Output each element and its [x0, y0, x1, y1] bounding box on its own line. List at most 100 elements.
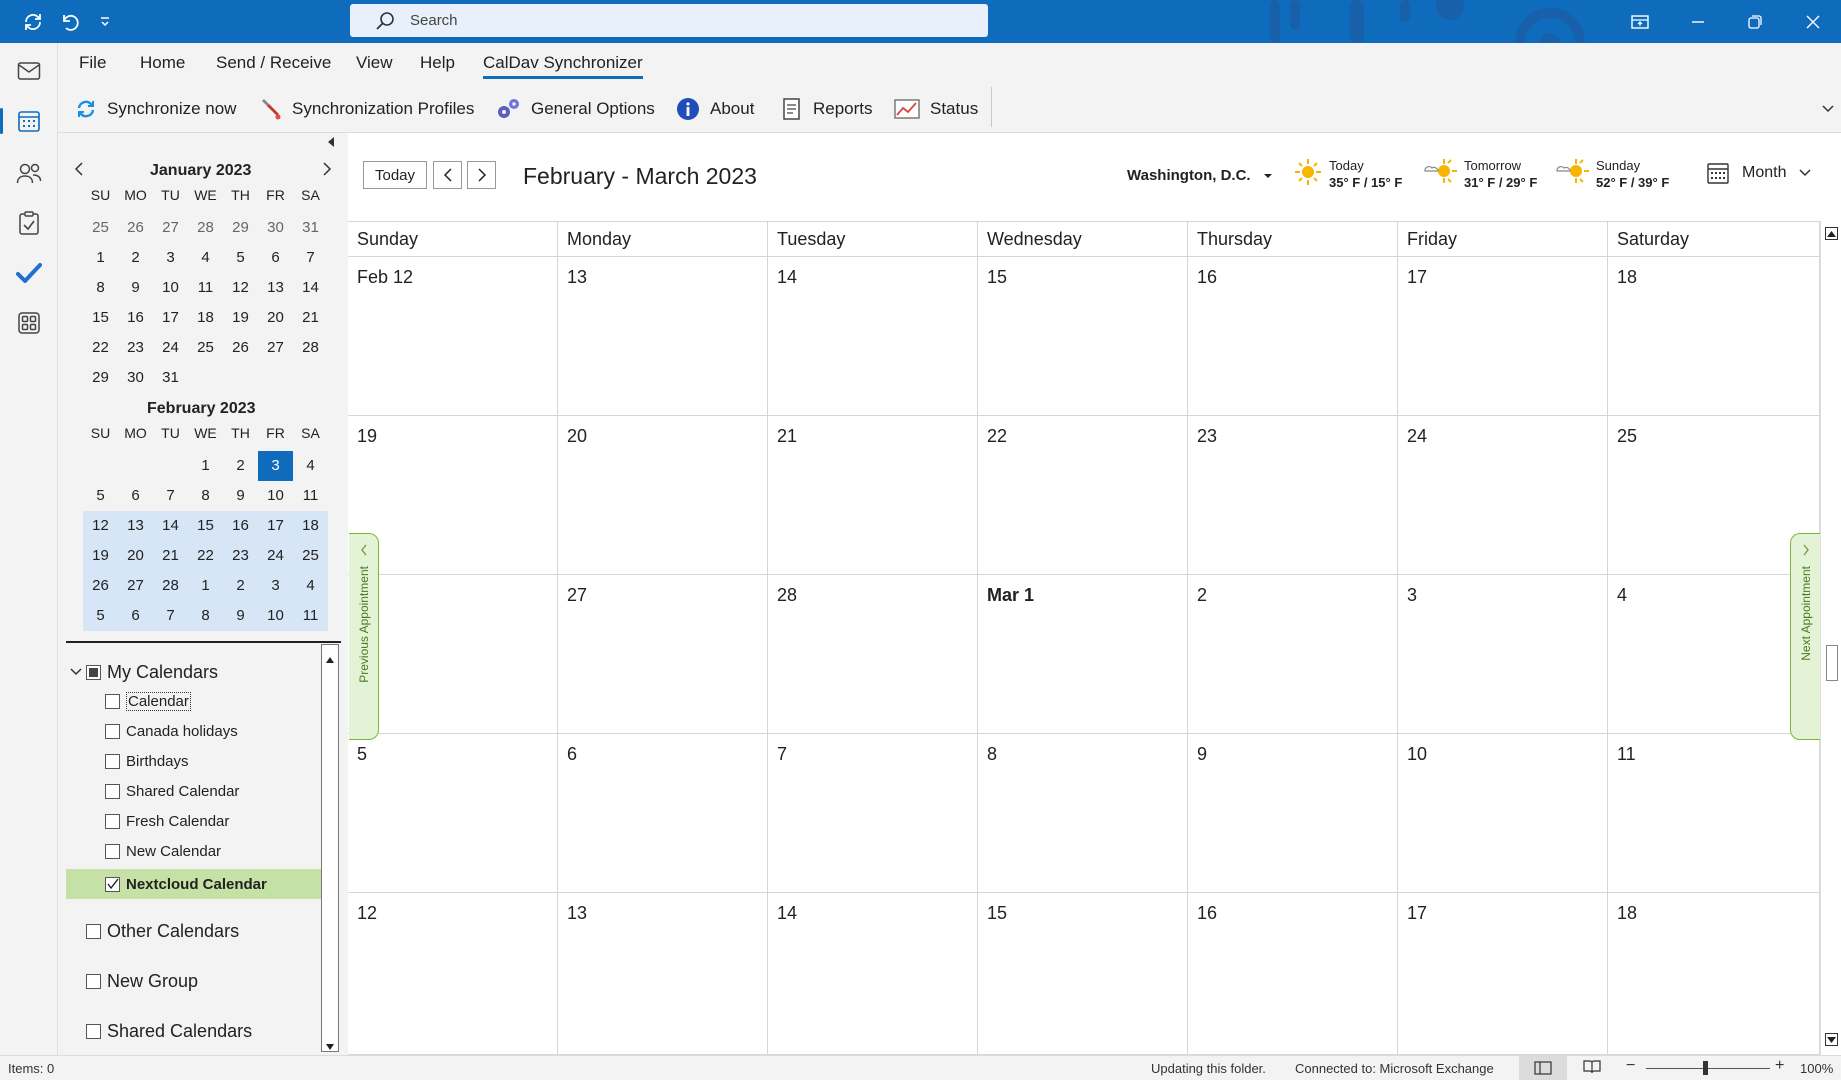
mini-day[interactable]: 5	[223, 243, 258, 273]
tab-help[interactable]: Help	[420, 53, 455, 79]
canada-holidays-checkbox[interactable]	[105, 723, 120, 739]
new-group-checkbox[interactable]	[86, 973, 101, 989]
weather-location-dropdown[interactable]: Washington, D.C.	[1127, 167, 1273, 184]
scroll-down-icon[interactable]	[1825, 1033, 1838, 1046]
mini-day[interactable]: 13	[258, 273, 293, 303]
day-cell[interactable]: 28	[768, 575, 978, 734]
mini-day[interactable]: 26	[223, 333, 258, 363]
people-icon[interactable]	[0, 148, 58, 198]
mini-day[interactable]: 9	[118, 273, 153, 303]
birthdays-checkbox[interactable]	[105, 753, 120, 769]
new-group-group[interactable]: New Group	[86, 967, 198, 995]
today-button[interactable]: Today	[363, 161, 427, 189]
calendar-item-fresh-calendar[interactable]: Fresh Calendar	[105, 807, 229, 835]
mini-day[interactable]: 2	[223, 571, 258, 601]
prev-month-icon[interactable]	[74, 162, 84, 181]
pane-scrollbar[interactable]	[321, 644, 339, 1052]
mini-day[interactable]: 12	[83, 511, 118, 541]
mini-day[interactable]: 23	[223, 541, 258, 571]
mini-day[interactable]: 13	[118, 511, 153, 541]
ribbon-collapse-icon[interactable]	[1821, 101, 1835, 119]
mini-day[interactable]: 8	[83, 273, 118, 303]
mini-day[interactable]: 10	[258, 601, 293, 631]
shared-calendars-checkbox[interactable]	[86, 1023, 101, 1039]
tasks-icon[interactable]	[0, 198, 58, 248]
mini-day[interactable]: 10	[153, 273, 188, 303]
my-calendars-group[interactable]: My Calendars	[70, 658, 218, 686]
day-cell[interactable]: 12	[348, 893, 558, 1055]
mini-day[interactable]: 19	[83, 541, 118, 571]
mini-day[interactable]: 11	[293, 481, 328, 511]
normal-view-button[interactable]	[1519, 1056, 1567, 1080]
mini-day[interactable]: 1	[83, 243, 118, 273]
previous-appointment-button[interactable]: Previous Appointment	[349, 533, 379, 740]
reading-view-button[interactable]	[1583, 1059, 1601, 1078]
tab-caldav-synchronizer[interactable]: CalDav Synchronizer	[483, 53, 643, 79]
mini-day[interactable]: 17	[258, 511, 293, 541]
mini-day[interactable]: 5	[83, 481, 118, 511]
other-calendars-group[interactable]: Other Calendars	[86, 917, 239, 945]
day-cell[interactable]: 18	[1608, 257, 1820, 416]
collapse-pane-icon[interactable]	[326, 135, 336, 153]
next-appointment-button[interactable]: Next Appointment	[1790, 533, 1820, 740]
day-cell[interactable]: 25	[1608, 416, 1820, 575]
zoom-slider[interactable]	[1646, 1068, 1770, 1069]
day-cell[interactable]: 17	[1398, 257, 1608, 416]
calendar-item-new-calendar[interactable]: New Calendar	[105, 837, 221, 865]
chevron-down-icon[interactable]	[70, 664, 82, 681]
mini-day[interactable]: 15	[188, 511, 223, 541]
mini-day[interactable]: 28	[153, 571, 188, 601]
mini-day[interactable]: 1	[188, 451, 223, 481]
day-cell[interactable]: 11	[1608, 734, 1820, 893]
tab-view[interactable]: View	[356, 53, 393, 79]
tab-file[interactable]: File	[79, 53, 106, 79]
ribbon-display-icon[interactable]	[1617, 0, 1663, 43]
day-cell[interactable]: 14	[768, 893, 978, 1055]
mini-day[interactable]: 27	[118, 571, 153, 601]
previous-period-button[interactable]	[433, 161, 462, 189]
search-box[interactable]	[350, 4, 988, 37]
mini-day[interactable]: 19	[223, 303, 258, 333]
day-cell[interactable]: 9	[1188, 734, 1398, 893]
mini-day[interactable]: 1	[188, 571, 223, 601]
day-cell[interactable]: 24	[1398, 416, 1608, 575]
day-cell[interactable]: 19	[348, 416, 558, 575]
synchronize-now-button[interactable]: Synchronize now	[75, 93, 236, 125]
fresh-calendar-checkbox[interactable]	[105, 813, 120, 829]
mini-day[interactable]: 22	[83, 333, 118, 363]
day-cell[interactable]: 21	[768, 416, 978, 575]
synchronization-profiles-button[interactable]: Synchronization Profiles	[258, 93, 474, 125]
mini-day[interactable]: 9	[223, 481, 258, 511]
zoom-slider-thumb[interactable]	[1703, 1061, 1708, 1075]
zoom-out-button[interactable]: −	[1626, 1057, 1635, 1075]
mini-day[interactable]: 7	[293, 243, 328, 273]
mini-day[interactable]: 26	[118, 213, 153, 243]
mini-day[interactable]: 17	[153, 303, 188, 333]
mini-day[interactable]: 25	[83, 213, 118, 243]
day-cell[interactable]: 16	[1188, 893, 1398, 1055]
mail-icon[interactable]	[0, 46, 58, 96]
mini-day[interactable]: 24	[153, 333, 188, 363]
mini-day[interactable]: 14	[153, 511, 188, 541]
calendar-item-calendar[interactable]: Calendar	[105, 687, 191, 715]
mini-day[interactable]: 8	[188, 601, 223, 631]
next-month-icon[interactable]	[322, 162, 332, 181]
mini-day[interactable]: 7	[153, 601, 188, 631]
mini-day[interactable]: 3	[258, 571, 293, 601]
calendar-icon[interactable]	[0, 96, 58, 146]
mini-day[interactable]: 31	[153, 363, 188, 393]
mini-day[interactable]: 27	[153, 213, 188, 243]
tab-home[interactable]: Home	[140, 53, 185, 79]
mini-day[interactable]: 4	[188, 243, 223, 273]
mini-day[interactable]: 7	[153, 481, 188, 511]
apps-icon[interactable]	[0, 298, 58, 348]
mini-day[interactable]: 24	[258, 541, 293, 571]
new-calendar-checkbox[interactable]	[105, 843, 120, 859]
calendar-item-birthdays[interactable]: Birthdays	[105, 747, 189, 775]
mini-day[interactable]: 4	[293, 451, 328, 481]
day-cell[interactable]: 10	[1398, 734, 1608, 893]
weather-tomorrow[interactable]: Tomorrow 31° F / 29° F	[1422, 157, 1537, 191]
mini-day[interactable]: 23	[118, 333, 153, 363]
scroll-up-icon[interactable]	[325, 651, 335, 669]
todo-icon[interactable]	[0, 248, 58, 298]
